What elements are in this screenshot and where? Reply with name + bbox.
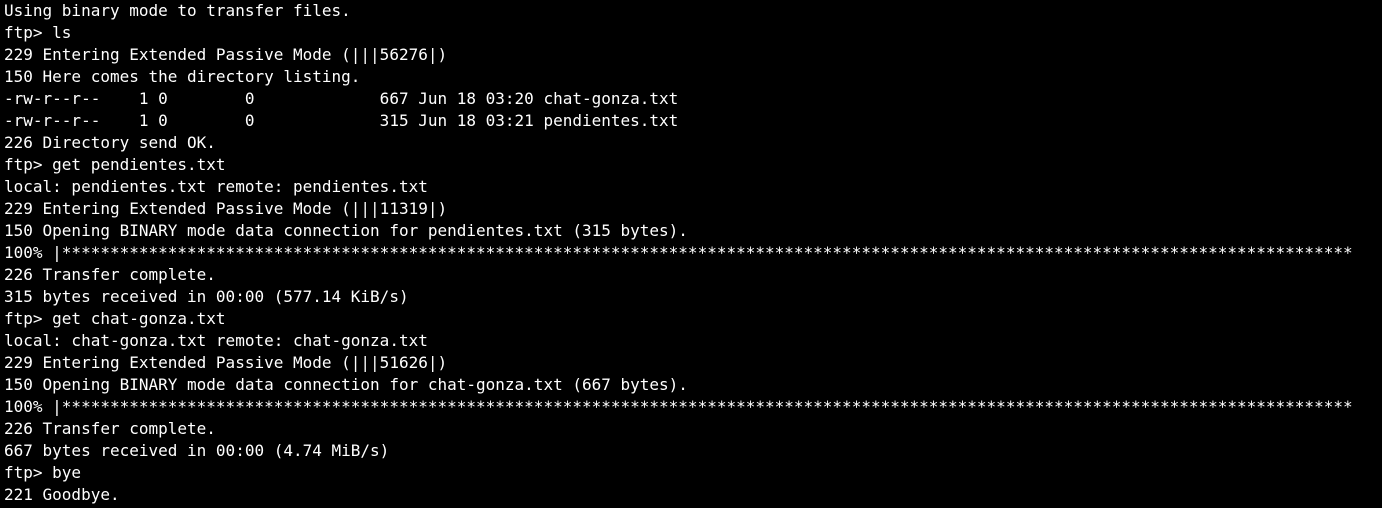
terminal-line: 229 Entering Extended Passive Mode (|||5…	[4, 45, 448, 64]
terminal-line: 150 Opening BINARY mode data connection …	[4, 375, 688, 394]
terminal-line: ftp> bye	[4, 463, 82, 482]
terminal-line: 150 Here comes the directory listing.	[4, 67, 361, 86]
terminal-line: ftp> get chat-gonza.txt	[4, 309, 226, 328]
terminal-line: 315 bytes received in 00:00 (577.14 KiB/…	[4, 287, 409, 306]
terminal-line: 667 bytes received in 00:00 (4.74 MiB/s)	[4, 441, 390, 460]
terminal-window[interactable]: Using binary mode to transfer files. ftp…	[0, 0, 1382, 508]
terminal-line: 226 Transfer complete.	[4, 265, 216, 284]
terminal-line: 221 Goodbye.	[4, 485, 120, 504]
terminal-line: -rw-r--r-- 1 0 0 315 Jun 18 03:21 pendie…	[4, 111, 679, 130]
terminal-line: 229 Entering Extended Passive Mode (|||5…	[4, 353, 448, 372]
terminal-line: 100% |**********************************…	[4, 243, 1353, 262]
terminal-line: 226 Directory send OK.	[4, 133, 216, 152]
terminal-line: ftp> get pendientes.txt	[4, 155, 226, 174]
terminal-line: local: chat-gonza.txt remote: chat-gonza…	[4, 331, 428, 350]
terminal-line: Using binary mode to transfer files.	[4, 1, 351, 20]
terminal-line: local: pendientes.txt remote: pendientes…	[4, 177, 428, 196]
terminal-line: 226 Transfer complete.	[4, 419, 216, 438]
terminal-line: ftp> ls	[4, 23, 72, 42]
terminal-line: 229 Entering Extended Passive Mode (|||1…	[4, 199, 448, 218]
terminal-line: -rw-r--r-- 1 0 0 667 Jun 18 03:20 chat-g…	[4, 89, 679, 108]
terminal-line: 150 Opening BINARY mode data connection …	[4, 221, 688, 240]
terminal-line: 100% |**********************************…	[4, 397, 1353, 416]
